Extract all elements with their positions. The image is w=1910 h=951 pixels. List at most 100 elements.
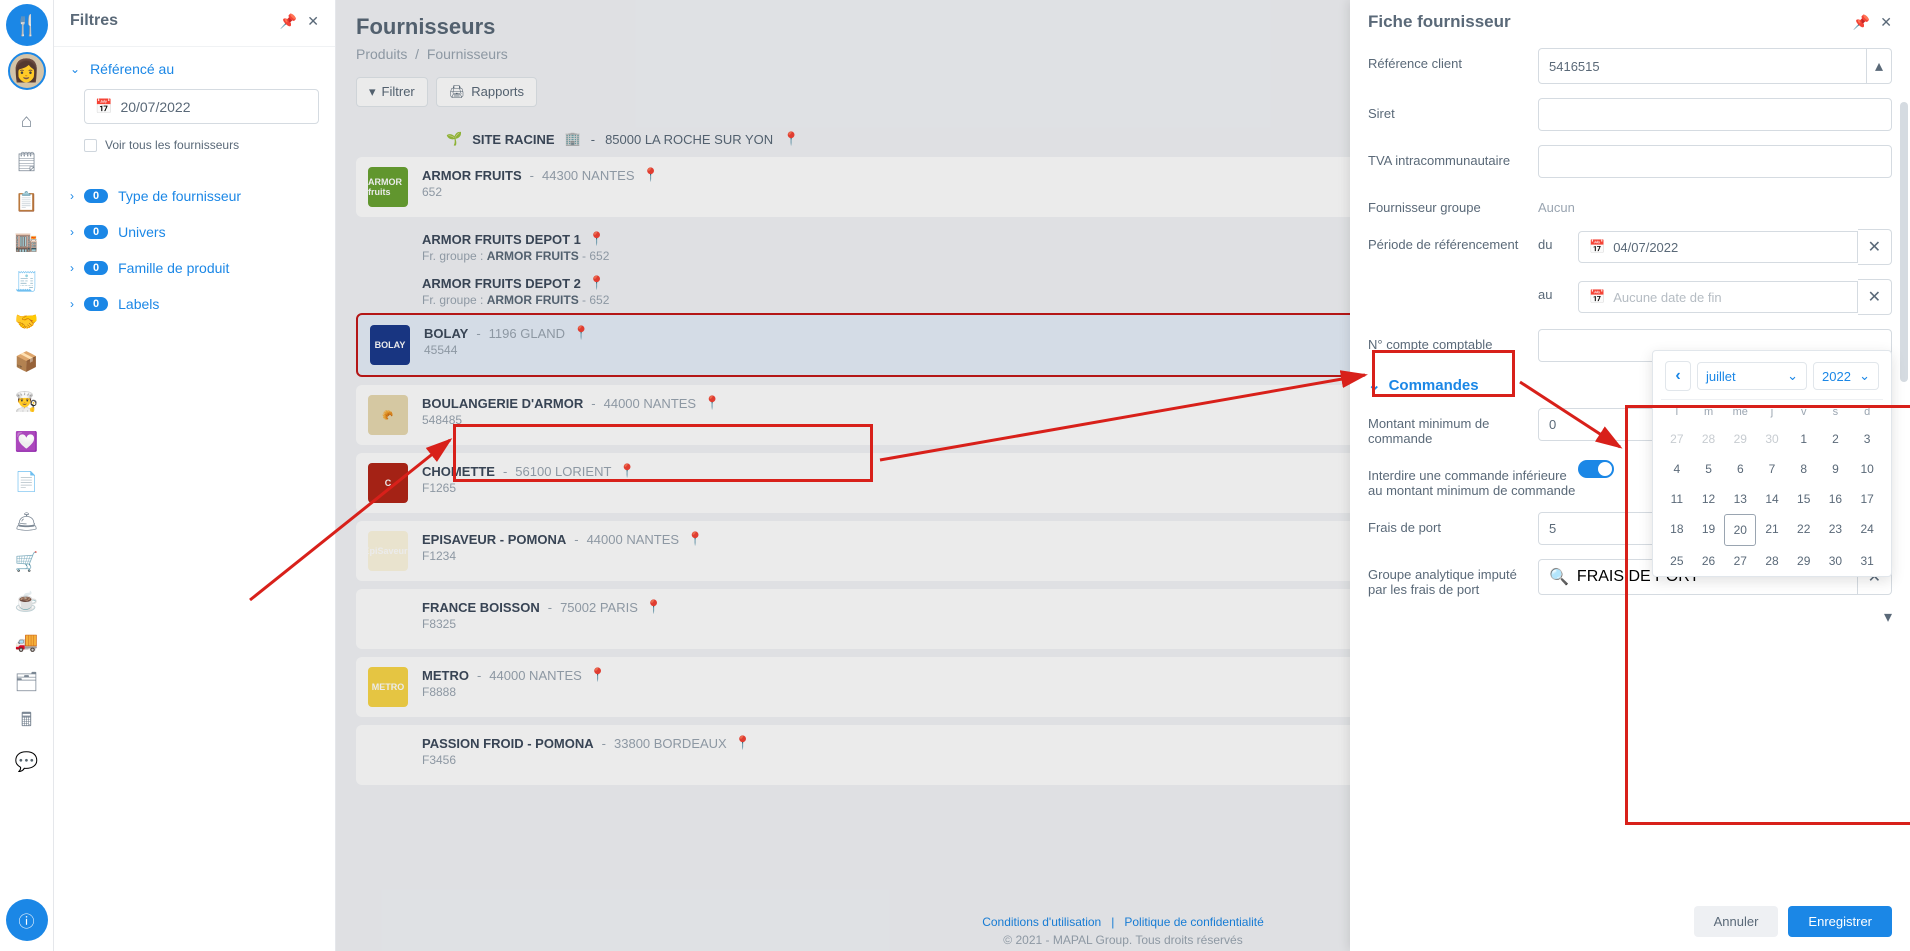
chevron-down-icon: ⌄ (1368, 376, 1381, 394)
cancel-button[interactable]: Annuler (1694, 906, 1779, 937)
count-badge: 0 (84, 225, 108, 239)
tva-label: TVA intracommunautaire (1368, 145, 1538, 168)
dp-weekday: v (1788, 399, 1820, 424)
date-picker: ‹ juillet⌄ 2022⌄ lmmejvsd272829301234567… (1652, 350, 1892, 577)
dp-day[interactable]: 31 (1851, 546, 1883, 576)
dp-day[interactable]: 30 (1820, 546, 1852, 576)
dp-day[interactable]: 10 (1851, 454, 1883, 484)
nav-chat-icon[interactable]: 💬 (9, 744, 45, 780)
year-select[interactable]: 2022⌄ (1813, 362, 1879, 390)
dp-day[interactable]: 26 (1693, 546, 1725, 576)
app-logo[interactable]: 🍴 (6, 4, 48, 46)
nav-coffee-icon[interactable]: ☕ (9, 584, 45, 620)
dp-day[interactable]: 14 (1756, 484, 1788, 514)
calendar-icon: 📅 (95, 98, 112, 115)
dp-day[interactable]: 16 (1820, 484, 1852, 514)
dp-day[interactable]: 4 (1661, 454, 1693, 484)
dp-day[interactable]: 27 (1724, 546, 1756, 576)
nav-clipboard-icon[interactable]: 📋 (9, 184, 45, 220)
dp-day[interactable]: 29 (1788, 546, 1820, 576)
dp-weekday: s (1820, 399, 1852, 424)
dp-day[interactable]: 2 (1820, 424, 1852, 454)
dp-day[interactable]: 15 (1788, 484, 1820, 514)
dp-day[interactable]: 18 (1661, 514, 1693, 546)
nav-doc-icon[interactable]: 📄 (9, 464, 45, 500)
show-all-checkbox-row[interactable]: Voir tous les fournisseurs (84, 138, 319, 152)
nav-handshake-icon[interactable]: 🤝 (9, 304, 45, 340)
chevron-right-icon: › (70, 189, 74, 203)
dp-day[interactable]: 12 (1693, 484, 1725, 514)
forbid-label: Interdire une commande inférieure au mon… (1368, 460, 1578, 498)
filter-date-input[interactable]: 📅 20/07/2022 (84, 89, 319, 124)
nav-truck-icon[interactable]: 🚚 (9, 624, 45, 660)
date-to-clear[interactable]: ✕ (1858, 279, 1892, 315)
nav-info-icon[interactable]: ⓘ (6, 899, 48, 941)
nav-bell-icon[interactable]: 🛎 (9, 504, 45, 540)
dp-day[interactable]: 20 (1724, 514, 1756, 546)
date-from-input[interactable]: 📅04/07/2022 (1578, 231, 1858, 263)
dp-day[interactable]: 11 (1661, 484, 1693, 514)
pin-icon[interactable]: 📌 (1853, 14, 1870, 31)
scrollbar[interactable] (1900, 102, 1908, 382)
filter-group-row[interactable]: ›0Famille de produit (54, 250, 335, 286)
dp-day[interactable]: 30 (1756, 424, 1788, 454)
forbid-toggle[interactable] (1578, 460, 1614, 478)
dp-day[interactable]: 8 (1788, 454, 1820, 484)
nav-calc-icon[interactable]: 🖩 (9, 704, 45, 740)
dp-day[interactable]: 28 (1693, 424, 1725, 454)
filter-referenced-at[interactable]: ⌄ Référencé au (70, 61, 319, 77)
nav-store-icon[interactable]: 🏬 (9, 224, 45, 260)
dp-day[interactable]: 6 (1724, 454, 1756, 484)
pin-icon[interactable]: 📌 (280, 13, 297, 30)
dp-day[interactable]: 29 (1724, 424, 1756, 454)
filter-referenced-label: Référencé au (90, 61, 174, 77)
close-icon[interactable]: ✕ (1880, 14, 1892, 31)
dp-day[interactable]: 22 (1788, 514, 1820, 546)
siret-input[interactable] (1538, 98, 1892, 131)
filter-group-row[interactable]: ›0Type de fournisseur (54, 178, 335, 214)
filter-group-row[interactable]: ›0Univers (54, 214, 335, 250)
nav-cart-icon[interactable]: 🛒 (9, 544, 45, 580)
dp-day[interactable]: 17 (1851, 484, 1883, 514)
date-to-input[interactable]: 📅Aucune date de fin (1578, 281, 1858, 313)
dp-day[interactable]: 3 (1851, 424, 1883, 454)
nav-notes-icon[interactable]: 🗒 (9, 144, 45, 180)
nav-invoice-icon[interactable]: 🧾 (9, 264, 45, 300)
filter-group-label: Labels (118, 296, 159, 312)
filter-date-value: 20/07/2022 (120, 99, 190, 115)
user-avatar[interactable]: 👩 (8, 52, 46, 90)
nav-stack-icon[interactable]: 🗂 (9, 664, 45, 700)
group-value: Aucun (1538, 192, 1892, 215)
dp-day[interactable]: 23 (1820, 514, 1852, 546)
dropdown-toggle[interactable]: ▴ (1867, 48, 1892, 84)
dp-day[interactable]: 24 (1851, 514, 1883, 546)
dp-day[interactable]: 1 (1788, 424, 1820, 454)
close-icon[interactable]: ✕ (307, 13, 319, 30)
dp-day[interactable]: 25 (1661, 546, 1693, 576)
period-label: Période de référencement (1368, 229, 1538, 252)
dp-day[interactable]: 13 (1724, 484, 1756, 514)
prev-month-button[interactable]: ‹ (1665, 361, 1691, 391)
nav-heart-icon[interactable]: 💟 (9, 424, 45, 460)
nav-chef-icon[interactable]: 👨‍🍳 (9, 384, 45, 420)
dp-day[interactable]: 21 (1756, 514, 1788, 546)
save-button[interactable]: Enregistrer (1788, 906, 1892, 937)
dp-day[interactable]: 9 (1820, 454, 1852, 484)
filter-group-row[interactable]: ›0Labels (54, 286, 335, 322)
date-to-placeholder: Aucune date de fin (1613, 290, 1721, 305)
show-all-label: Voir tous les fournisseurs (105, 138, 239, 152)
dp-day[interactable]: 28 (1756, 546, 1788, 576)
ref-client-input[interactable] (1538, 48, 1867, 84)
nav-box-icon[interactable]: 📦 (9, 344, 45, 380)
nav-home-icon[interactable]: ⌂ (9, 104, 45, 140)
dp-day[interactable]: 19 (1693, 514, 1725, 546)
month-select[interactable]: juillet⌄ (1697, 362, 1807, 390)
date-from-clear[interactable]: ✕ (1858, 229, 1892, 265)
checkbox-empty[interactable] (84, 139, 97, 152)
dp-day[interactable]: 7 (1756, 454, 1788, 484)
expand-toggle[interactable]: ▾ (1884, 609, 1892, 626)
dp-day[interactable]: 27 (1661, 424, 1693, 454)
dp-day[interactable]: 5 (1693, 454, 1725, 484)
tva-input[interactable] (1538, 145, 1892, 178)
panel-title: Fiche fournisseur (1368, 12, 1843, 32)
